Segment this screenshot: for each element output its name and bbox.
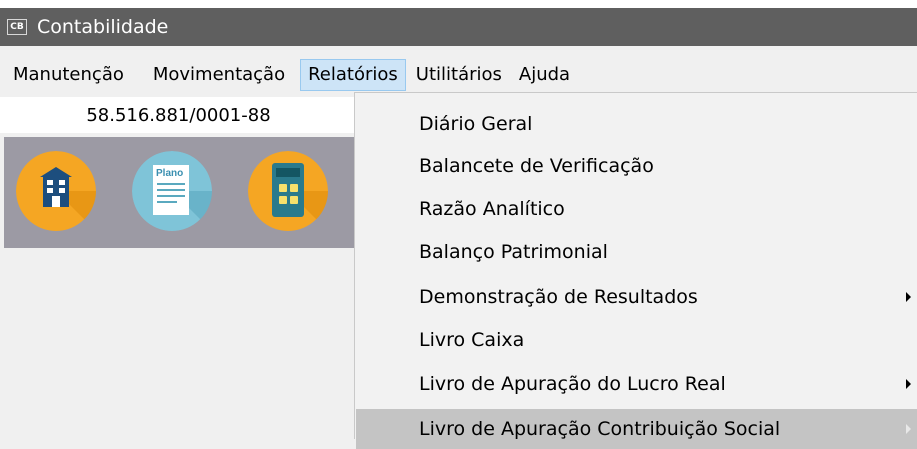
menu-utilitarios[interactable]: Utilitários	[406, 59, 509, 91]
menu-ajuda[interactable]: Ajuda	[509, 59, 577, 91]
menu-item-label: Livro Caixa	[419, 329, 525, 351]
menu-movimentacao[interactable]: Movimentação	[131, 59, 292, 91]
menu-item-label: Balanço Patrimonial	[419, 241, 608, 263]
submenu-arrow-icon	[906, 424, 911, 434]
plano-button[interactable]: Plano	[132, 151, 212, 231]
menu-item-livro-caixa[interactable]: Livro Caixa	[356, 320, 917, 360]
menu-item-label: Livro de Apuração do Lucro Real	[419, 373, 726, 395]
toolbar: Plano	[4, 137, 357, 248]
reports-dropdown-menu: Diário Geral Balancete de Verificação Ra…	[354, 92, 917, 449]
app-icon: CB	[7, 19, 27, 35]
menu-item-balancete-verificacao[interactable]: Balancete de Verificação	[356, 146, 917, 186]
menu-item-label: Balancete de Verificação	[419, 155, 654, 177]
plano-document-icon: Plano	[132, 151, 212, 231]
menu-bar: Manutenção Movimentação Relatórios Utili…	[0, 58, 917, 92]
menu-item-diario-geral[interactable]: Diário Geral	[356, 104, 917, 144]
menu-relatorios[interactable]: Relatórios	[300, 59, 406, 91]
title-bar: CB Contabilidade	[0, 0, 917, 46]
submenu-arrow-icon	[906, 379, 911, 389]
menu-item-balanco-patrimonial[interactable]: Balanço Patrimonial	[356, 232, 917, 272]
menu-item-demonstracao-resultados[interactable]: Demonstração de Resultados	[356, 277, 917, 317]
submenu-arrow-icon	[906, 292, 911, 302]
calculator-button[interactable]	[248, 151, 328, 231]
menu-item-label: Livro de Apuração Contribuição Social	[419, 418, 781, 440]
building-icon	[16, 151, 96, 231]
menu-manutencao[interactable]: Manutenção	[0, 59, 131, 91]
menu-item-label: Diário Geral	[419, 113, 533, 135]
menu-item-label: Razão Analítico	[419, 198, 565, 220]
window-title: Contabilidade	[37, 16, 169, 38]
plano-label: Plano	[156, 168, 183, 179]
menu-item-razao-analitico[interactable]: Razão Analítico	[356, 189, 917, 229]
menu-item-label: Demonstração de Resultados	[419, 286, 698, 308]
company-cnpj: 58.516.881/0001-88	[0, 97, 357, 133]
calculator-icon	[248, 151, 328, 231]
menu-item-livro-apuracao-contribuicao-social[interactable]: Livro de Apuração Contribuição Social	[356, 409, 917, 449]
building-button[interactable]	[16, 151, 96, 231]
menu-item-livro-apuracao-lucro-real[interactable]: Livro de Apuração do Lucro Real	[356, 364, 917, 404]
